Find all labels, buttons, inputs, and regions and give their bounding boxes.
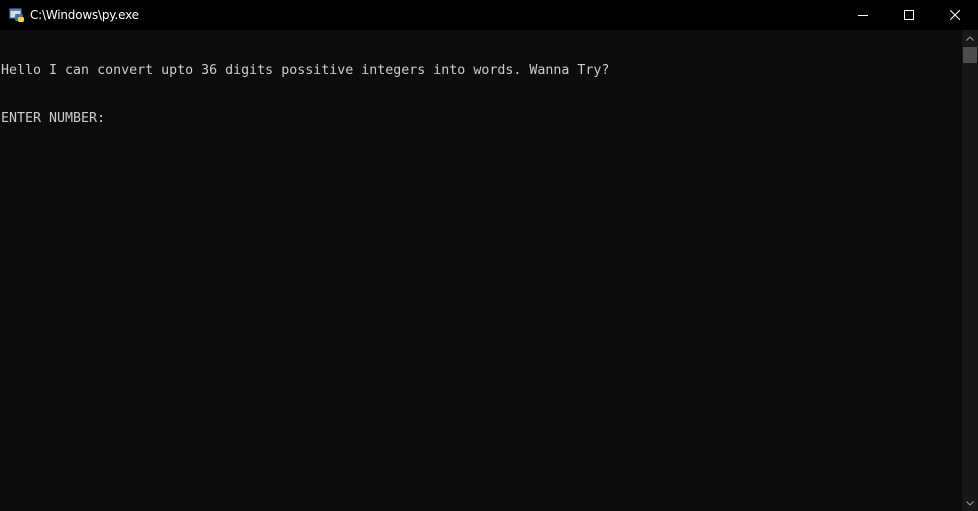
scroll-down-arrow-icon [966,500,974,506]
scroll-up-button[interactable] [962,30,978,46]
minimize-button[interactable] [840,0,886,30]
console-prompt-line: ENTER NUMBER: [1,111,106,126]
vertical-scrollbar[interactable] [962,30,978,511]
maximize-button[interactable] [886,0,932,30]
title-bar[interactable]: C:\Windows\py.exe [0,0,978,30]
scrollbar-thumb[interactable] [963,47,977,63]
scroll-down-button[interactable] [962,495,978,511]
window-controls [840,0,978,30]
close-button[interactable] [932,0,978,30]
minimize-icon [858,15,868,16]
python-console-icon[interactable] [9,7,25,23]
console-window: C:\Windows\py.exe Hello I can convert up… [0,0,978,511]
console-output[interactable]: Hello I can convert upto 36 digits possi… [0,30,962,511]
window-title: C:\Windows\py.exe [30,8,139,22]
maximize-icon [904,10,914,20]
close-icon [950,10,960,20]
scroll-up-arrow-icon [966,35,974,41]
console-line: Hello I can convert upto 36 digits possi… [1,63,610,78]
